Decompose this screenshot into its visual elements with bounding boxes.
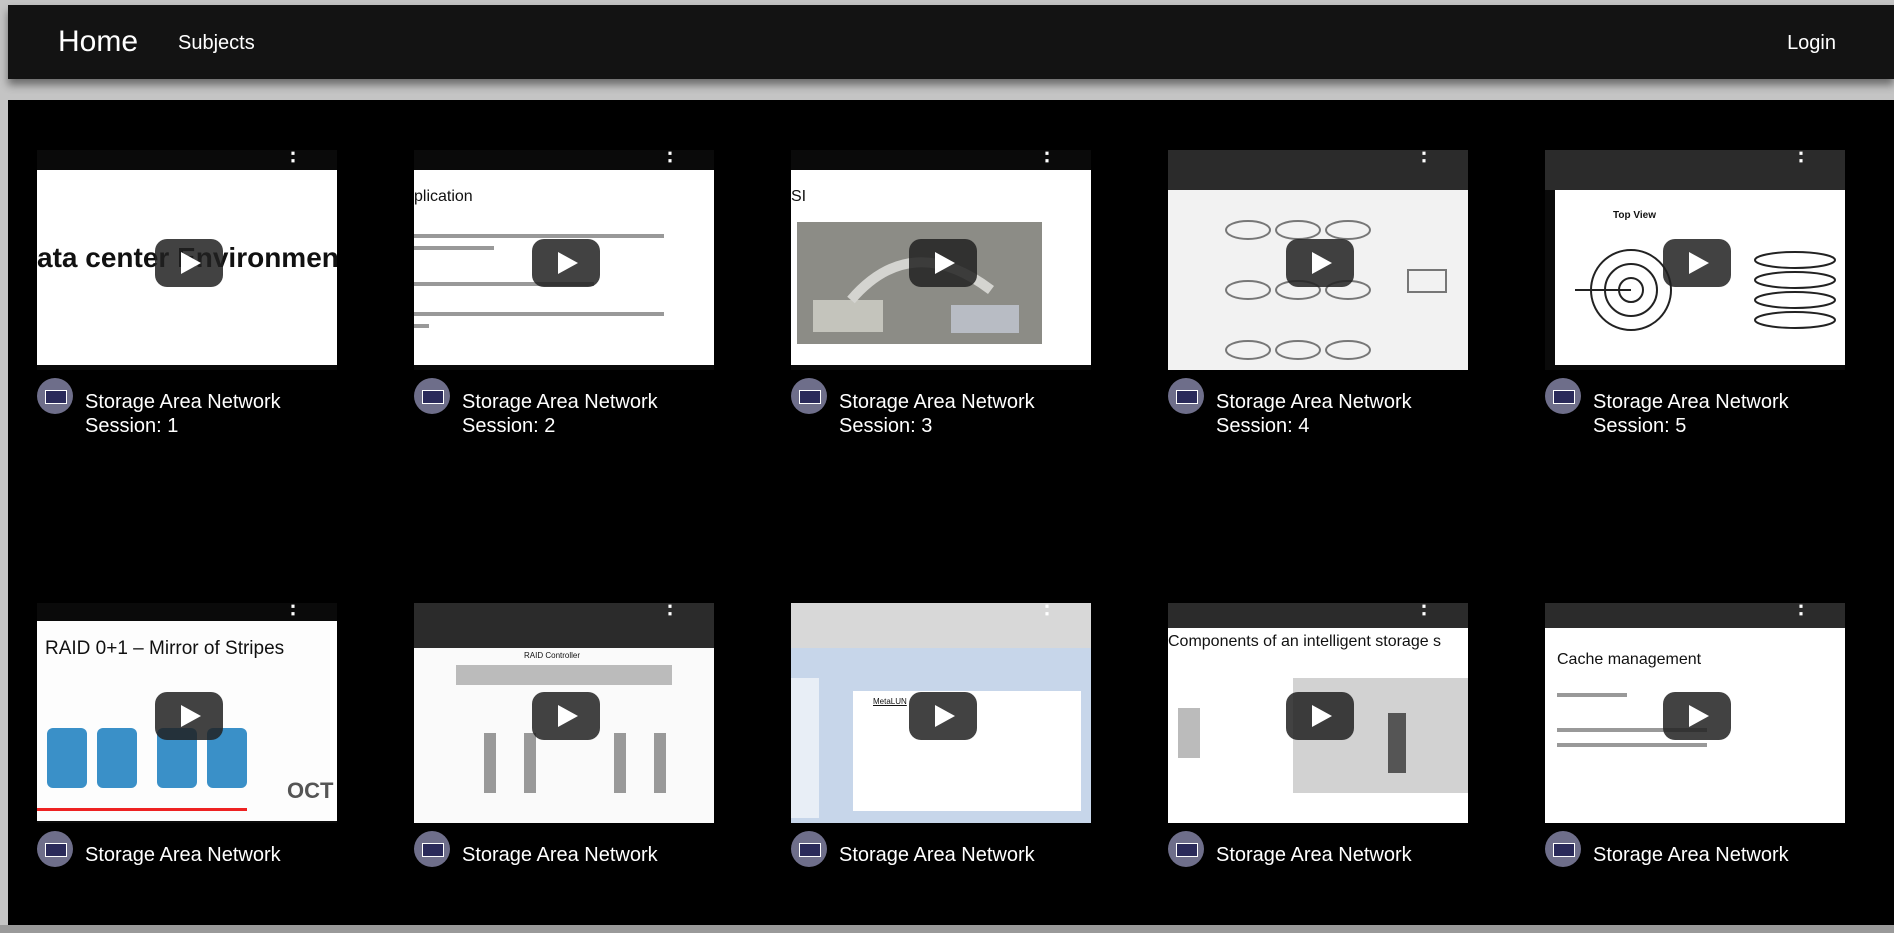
video-thumbnail[interactable]: OCT RAID 0+1 – Mirror of Stripes ⋮ bbox=[37, 603, 337, 823]
video-title[interactable]: Storage Area Network Session: 1 bbox=[85, 390, 335, 438]
video-thumbnail[interactable]: plication ⋮ bbox=[414, 150, 714, 370]
play-icon[interactable] bbox=[909, 692, 977, 740]
more-options-icon[interactable]: ⋮ bbox=[1790, 603, 1812, 617]
video-card[interactable]: Top View ⋮ Storage Area Network Session: … bbox=[1545, 150, 1845, 470]
channel-avatar[interactable] bbox=[1545, 378, 1581, 414]
more-options-icon[interactable]: ⋮ bbox=[659, 603, 681, 617]
nav-subjects-link[interactable]: Subjects bbox=[178, 32, 255, 55]
svg-text:OCT: OCT bbox=[287, 778, 334, 803]
video-title[interactable]: Storage Area Network bbox=[1593, 843, 1843, 867]
more-options-icon[interactable]: ⋮ bbox=[282, 150, 304, 164]
more-options-icon[interactable]: ⋮ bbox=[1036, 603, 1058, 617]
channel-avatar[interactable] bbox=[1168, 378, 1204, 414]
play-icon[interactable] bbox=[532, 239, 600, 287]
channel-avatar[interactable] bbox=[37, 831, 73, 867]
video-thumbnail[interactable]: Components of an intelligent storage s ⋮ bbox=[1168, 603, 1468, 823]
video-thumbnail[interactable]: MetaLUN ⋮ bbox=[791, 603, 1091, 823]
video-card[interactable]: MetaLUN ⋮ Storage Area Network bbox=[791, 603, 1091, 923]
video-title[interactable]: Storage Area Network Session: 3 bbox=[839, 390, 1089, 438]
channel-avatar[interactable] bbox=[791, 831, 827, 867]
video-thumbnail[interactable]: SI ⋮ bbox=[791, 150, 1091, 370]
slide-text: Components of an intelligent storage s bbox=[1168, 633, 1442, 650]
video-title[interactable]: Storage Area Network bbox=[85, 843, 335, 867]
horizontal-scrollbar[interactable] bbox=[0, 925, 1894, 933]
slide-text: plication bbox=[414, 188, 473, 205]
video-thumbnail[interactable]: ata center Environment ⋮ bbox=[37, 150, 337, 370]
video-title[interactable]: Storage Area Network Session: 4 bbox=[1216, 390, 1466, 438]
video-title[interactable]: Storage Area Network Session: 2 bbox=[462, 390, 712, 438]
video-title[interactable]: Storage Area Network bbox=[462, 843, 712, 867]
play-icon[interactable] bbox=[1286, 239, 1354, 287]
channel-avatar[interactable] bbox=[1168, 831, 1204, 867]
video-card[interactable]: Cache management ⋮ Storage Area Network bbox=[1545, 603, 1845, 923]
channel-avatar[interactable] bbox=[414, 378, 450, 414]
slide-text: SI bbox=[791, 188, 807, 205]
play-icon[interactable] bbox=[1663, 692, 1731, 740]
more-options-icon[interactable]: ⋮ bbox=[1036, 150, 1058, 164]
channel-avatar[interactable] bbox=[37, 378, 73, 414]
channel-avatar[interactable] bbox=[414, 831, 450, 867]
video-card[interactable]: SI ⋮ Storage Area Network Session: 3 bbox=[791, 150, 1091, 470]
play-icon[interactable] bbox=[1286, 692, 1354, 740]
more-options-icon[interactable]: ⋮ bbox=[659, 150, 681, 164]
video-thumbnail[interactable]: ⋮ bbox=[1168, 150, 1468, 370]
video-thumbnail[interactable]: Top View ⋮ bbox=[1545, 150, 1845, 370]
video-card[interactable]: Components of an intelligent storage s ⋮… bbox=[1168, 603, 1468, 923]
slide-text: RAID Controller bbox=[524, 651, 581, 660]
video-title[interactable]: Storage Area Network bbox=[839, 843, 1089, 867]
video-card[interactable]: plication ⋮ Storage Area Network Session:… bbox=[414, 150, 714, 470]
more-options-icon[interactable]: ⋮ bbox=[282, 603, 304, 617]
video-grid: ata center Environment ⋮ Storage Area Ne… bbox=[8, 100, 1894, 925]
play-icon[interactable] bbox=[909, 239, 977, 287]
channel-avatar[interactable] bbox=[791, 378, 827, 414]
channel-avatar[interactable] bbox=[1545, 831, 1581, 867]
more-options-icon[interactable]: ⋮ bbox=[1413, 603, 1435, 617]
video-card[interactable]: OCT RAID 0+1 – Mirror of Stripes ⋮ Stora… bbox=[37, 603, 337, 923]
slide-text: Cache management bbox=[1557, 651, 1702, 668]
more-options-icon[interactable]: ⋮ bbox=[1413, 150, 1435, 164]
nav-home-link[interactable]: Home bbox=[58, 25, 138, 59]
video-card[interactable]: ata center Environment ⋮ Storage Area Ne… bbox=[37, 150, 337, 470]
video-title[interactable]: Storage Area Network Session: 5 bbox=[1593, 390, 1843, 438]
video-card[interactable]: RAID Controller ⋮ Storage Area Network bbox=[414, 603, 714, 923]
video-thumbnail[interactable]: Cache management ⋮ bbox=[1545, 603, 1845, 823]
more-options-icon[interactable]: ⋮ bbox=[1790, 150, 1812, 164]
video-card[interactable]: ⋮ Storage Area Network Session: 4 bbox=[1168, 150, 1468, 470]
slide-text: Top View bbox=[1613, 210, 1656, 221]
play-icon[interactable] bbox=[155, 692, 223, 740]
video-title[interactable]: Storage Area Network bbox=[1216, 843, 1466, 867]
play-icon[interactable] bbox=[155, 239, 223, 287]
play-icon[interactable] bbox=[532, 692, 600, 740]
video-thumbnail[interactable]: RAID Controller ⋮ bbox=[414, 603, 714, 823]
nav-login-link[interactable]: Login bbox=[1787, 32, 1836, 55]
play-icon[interactable] bbox=[1663, 239, 1731, 287]
slide-text: RAID 0+1 – Mirror of Stripes bbox=[45, 638, 285, 659]
slide-text: MetaLUN bbox=[873, 697, 907, 706]
top-navbar: Home Subjects Login bbox=[8, 5, 1894, 79]
